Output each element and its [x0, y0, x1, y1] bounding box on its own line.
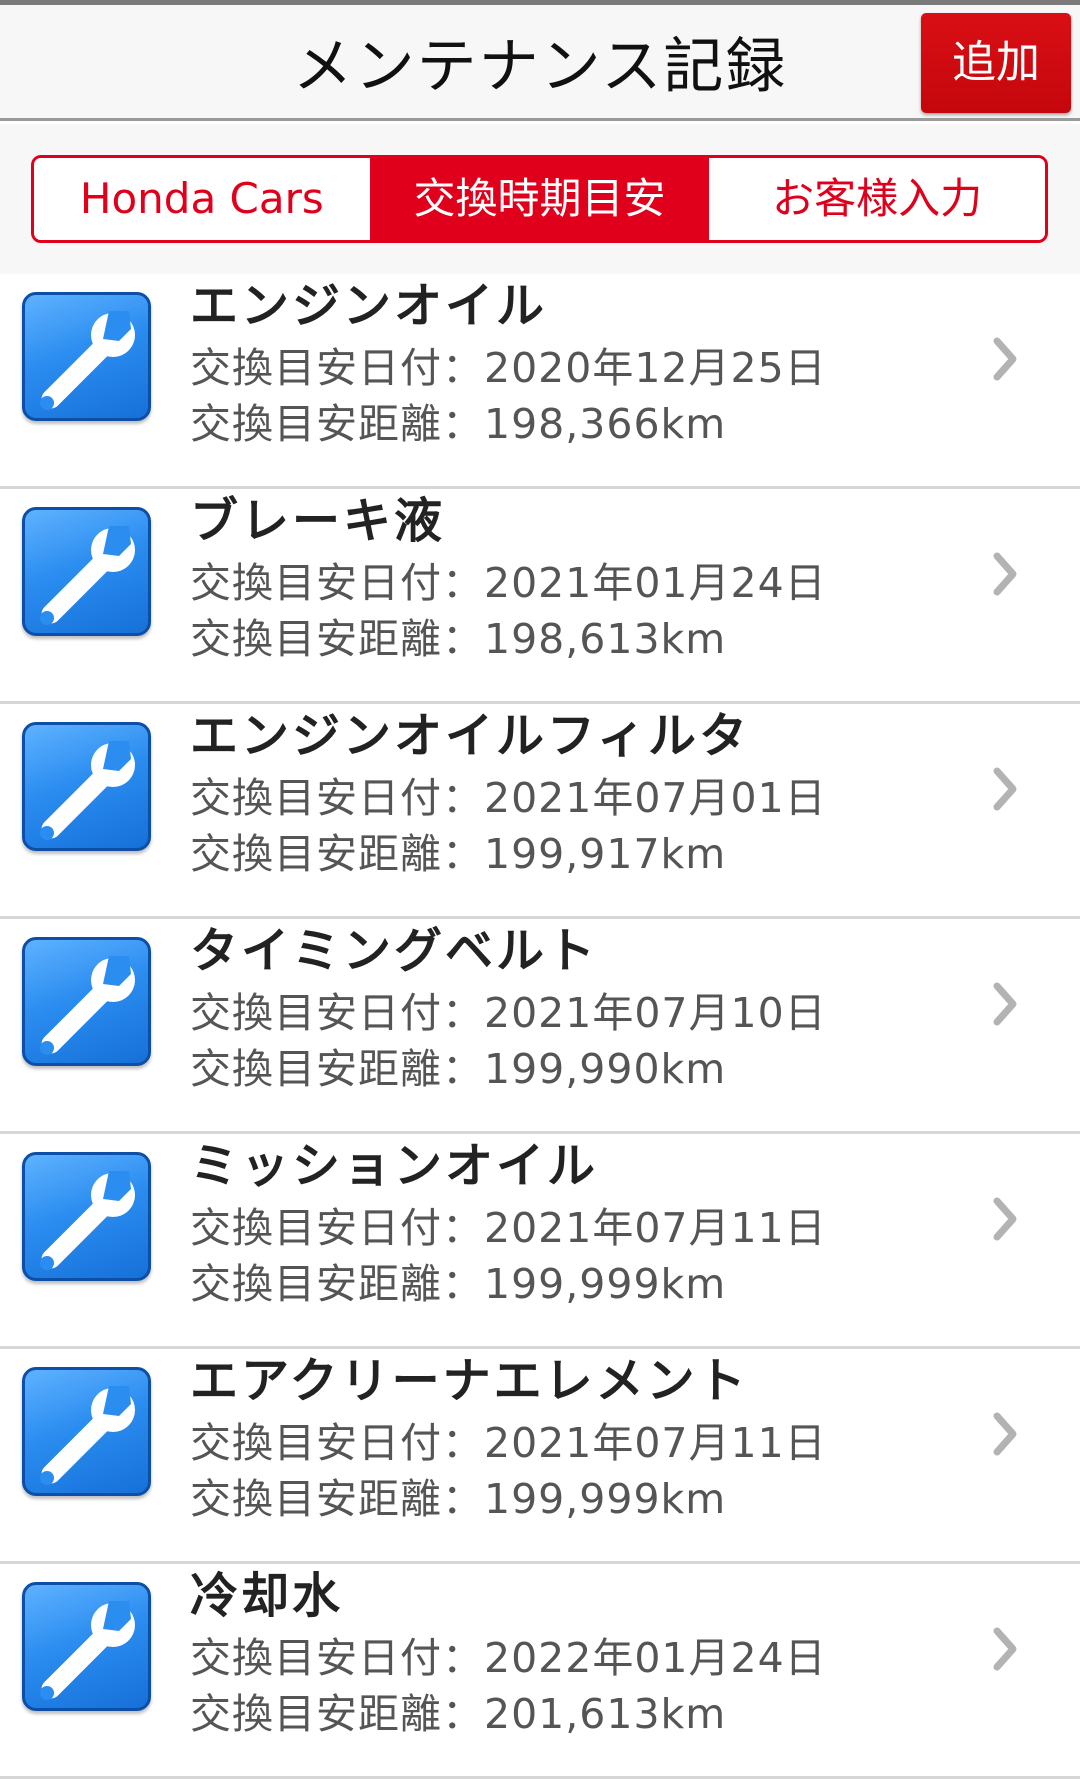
wrench-icon	[22, 1367, 151, 1496]
wrench-icon	[22, 722, 151, 851]
chevron-right-icon	[993, 552, 1017, 596]
item-distance: 交換目安距離：198,613km	[190, 615, 727, 663]
wrench-icon	[22, 292, 151, 421]
app-header: メンテナンス記録 追加	[0, 5, 1080, 121]
chevron-right-icon	[993, 1627, 1017, 1671]
item-name: タイミングベルト	[190, 923, 599, 979]
chevron-right-icon	[993, 767, 1017, 811]
tab-customer-input[interactable]: お客様入力	[707, 158, 1045, 240]
item-date: 交換目安日付：2021年07月11日	[190, 1419, 827, 1467]
item-date: 交換目安日付：2021年07月11日	[190, 1204, 827, 1252]
list-item[interactable]: 冷却水 交換目安日付：2022年01月24日 交換目安距離：201,613km	[0, 1564, 1080, 1779]
tab-honda-cars[interactable]: Honda Cars	[34, 158, 370, 240]
list-item[interactable]: エアクリーナエレメント 交換目安日付：2021年07月11日 交換目安距離：19…	[0, 1349, 1080, 1564]
chevron-right-icon	[993, 1412, 1017, 1456]
item-name: エアクリーナエレメント	[190, 1353, 749, 1409]
item-date: 交換目安日付：2020年12月25日	[190, 344, 827, 392]
item-date: 交換目安日付：2021年07月10日	[190, 989, 827, 1037]
wrench-icon	[22, 1152, 151, 1281]
list-item[interactable]: タイミングベルト 交換目安日付：2021年07月10日 交換目安距離：199,9…	[0, 919, 1080, 1134]
chevron-right-icon	[993, 982, 1017, 1026]
list-item[interactable]: ミッションオイル 交換目安日付：2021年07月11日 交換目安距離：199,9…	[0, 1134, 1080, 1349]
item-date: 交換目安日付：2021年01月24日	[190, 559, 827, 607]
maintenance-list: エンジンオイル 交換目安日付：2020年12月25日 交換目安距離：198,36…	[0, 274, 1080, 1779]
wrench-icon	[22, 1582, 151, 1711]
item-name: エンジンオイル	[190, 278, 548, 334]
list-item[interactable]: ブレーキ液 交換目安日付：2021年01月24日 交換目安距離：198,613k…	[0, 489, 1080, 704]
item-distance: 交換目安距離：199,999km	[190, 1260, 727, 1308]
list-item[interactable]: エンジンオイルフィルタ 交換目安日付：2021年07月01日 交換目安距離：19…	[0, 704, 1080, 919]
tab-replacement-schedule[interactable]: 交換時期目安	[369, 158, 708, 240]
page-title: メンテナンス記録	[292, 32, 788, 102]
item-distance: 交換目安距離：198,366km	[190, 400, 727, 448]
chevron-right-icon	[993, 337, 1017, 381]
add-button[interactable]: 追加	[921, 13, 1071, 113]
item-distance: 交換目安距離：199,917km	[190, 830, 727, 878]
item-name: ミッションオイル	[190, 1138, 599, 1194]
list-item[interactable]: エンジンオイル 交換目安日付：2020年12月25日 交換目安距離：198,36…	[0, 274, 1080, 489]
item-name: エンジンオイルフィルタ	[190, 708, 751, 764]
chevron-right-icon	[993, 1197, 1017, 1241]
item-name: ブレーキ液	[190, 493, 446, 549]
item-date: 交換目安日付：2021年07月01日	[190, 774, 827, 822]
item-distance: 交換目安距離：199,999km	[190, 1475, 727, 1523]
segmented-tabs: Honda Cars 交換時期目安 お客様入力	[31, 155, 1048, 243]
item-date: 交換目安日付：2022年01月24日	[190, 1634, 827, 1682]
wrench-icon	[22, 937, 151, 1066]
item-distance: 交換目安距離：201,613km	[190, 1690, 727, 1738]
item-distance: 交換目安距離：199,990km	[190, 1045, 727, 1093]
item-name: 冷却水	[190, 1568, 344, 1624]
wrench-icon	[22, 507, 151, 636]
